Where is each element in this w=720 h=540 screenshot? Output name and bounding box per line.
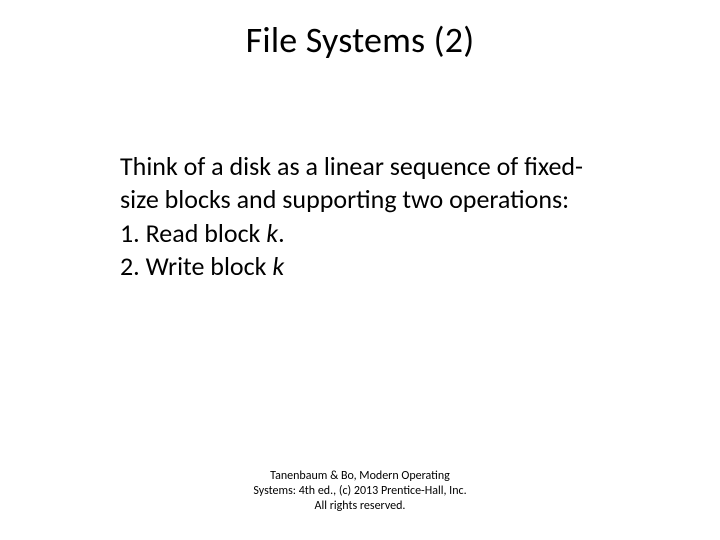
item-number: 1. <box>120 217 140 249</box>
item-text-before: Read block <box>146 217 267 249</box>
slide-body: Think of a disk as a linear sequence of … <box>120 150 620 282</box>
item-number: 2. <box>120 250 140 282</box>
list-item: 1. Read block k. <box>120 217 620 250</box>
slide: File Systems (2) Think of a disk as a li… <box>0 0 720 540</box>
item-variable: k <box>266 217 278 249</box>
item-text-before: Write block <box>146 250 273 282</box>
footer-line: Tanenbaum & Bo, Modern Operating <box>0 469 720 484</box>
list-item: 2. Write block k <box>120 250 620 283</box>
item-variable: k <box>272 250 284 282</box>
body-intro: Think of a disk as a linear sequence of … <box>120 150 620 215</box>
item-text-after: . <box>278 217 285 249</box>
footer-line: Systems: 4th ed., (c) 2013 Prentice-Hall… <box>0 484 720 499</box>
slide-footer: Tanenbaum & Bo, Modern Operating Systems… <box>0 469 720 514</box>
slide-title: File Systems (2) <box>0 18 720 62</box>
footer-line: All rights reserved. <box>0 499 720 514</box>
